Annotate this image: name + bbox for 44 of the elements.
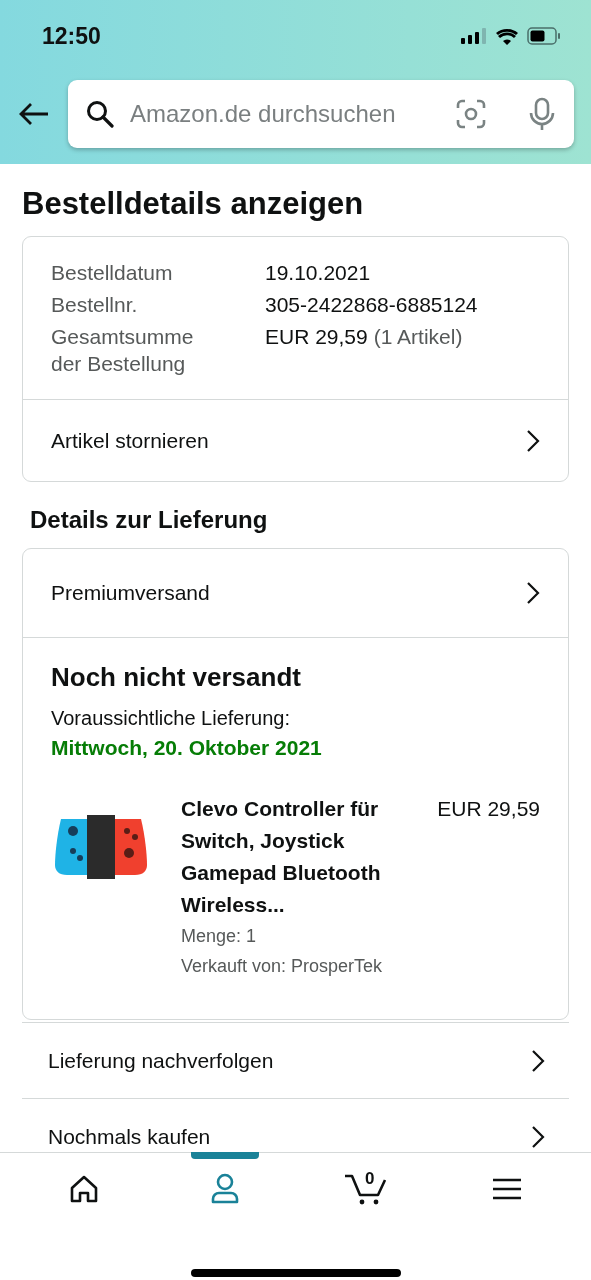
chevron-right-icon — [526, 581, 540, 605]
product-title[interactable]: Clevo Controller für Switch, Joystick Gamepad Bluetooth Wireless... — [181, 793, 421, 921]
back-arrow-icon — [18, 102, 50, 126]
cart-count: 0 — [364, 1169, 375, 1189]
page-title: Bestelldetails anzeigen — [22, 186, 365, 222]
cancel-items-link[interactable]: Artikel stornieren — [23, 399, 568, 481]
order-info-label: Bestellnr. — [51, 292, 139, 318]
search-field[interactable]: Amazon.de durchsuchen — [68, 80, 574, 148]
order-info-note: (1 Artikel) — [373, 325, 463, 348]
nav-tab[interactable]: 0 — [295, 1153, 437, 1225]
camera-scan-icon[interactable] — [456, 99, 486, 129]
shipping-method-link[interactable]: Premiumversand — [23, 549, 568, 637]
order-info-value: 305-2422868-6885124 — [265, 293, 478, 316]
chevron-right-icon — [526, 428, 540, 453]
order-info-label: Bestelldatum — [51, 260, 174, 286]
back-button[interactable] — [18, 102, 50, 126]
product-quantity: Menge: 1 — [181, 925, 258, 948]
product-seller: Verkauft von: ProsperTek — [181, 955, 384, 978]
menu-icon — [491, 1177, 522, 1201]
link-label: Lieferung nachverfolgen — [48, 1048, 274, 1073]
order-info-value: 19.10.2021 — [265, 261, 371, 284]
delivery-date: Mittwoch, 20. Oktober 2021 — [51, 735, 323, 761]
selected-tab-indicator — [191, 1152, 260, 1159]
delivery-estimate-label: Voraussichtliche Lieferung: — [51, 706, 292, 731]
section-heading: Details zur Lieferung — [30, 506, 269, 534]
person-icon — [210, 1173, 241, 1205]
chevron-right-icon — [531, 1124, 545, 1149]
home-icon — [69, 1175, 100, 1203]
shipment-status: Noch nicht versandt — [51, 662, 302, 693]
link-label: Artikel stornieren — [51, 428, 209, 453]
cart-icon — [343, 1173, 388, 1205]
order-action-link[interactable]: Lieferung nachverfolgen — [22, 1022, 569, 1098]
wifi-icon — [495, 27, 519, 45]
order-info-label: Gesamtsumme der Bestellung — [51, 324, 195, 377]
search-icon — [86, 100, 114, 128]
order-info-value: EUR 29,59 — [265, 325, 368, 348]
battery-icon — [527, 27, 561, 45]
link-label: Nochmals kaufen — [48, 1124, 211, 1149]
chevron-right-icon — [531, 1048, 545, 1073]
status-time: 12:50 — [42, 22, 101, 50]
microphone-icon[interactable] — [528, 97, 556, 131]
link-label: Premiumversand — [51, 581, 210, 605]
signal-icon — [461, 28, 487, 44]
product-price: EUR 29,59 — [437, 796, 540, 822]
